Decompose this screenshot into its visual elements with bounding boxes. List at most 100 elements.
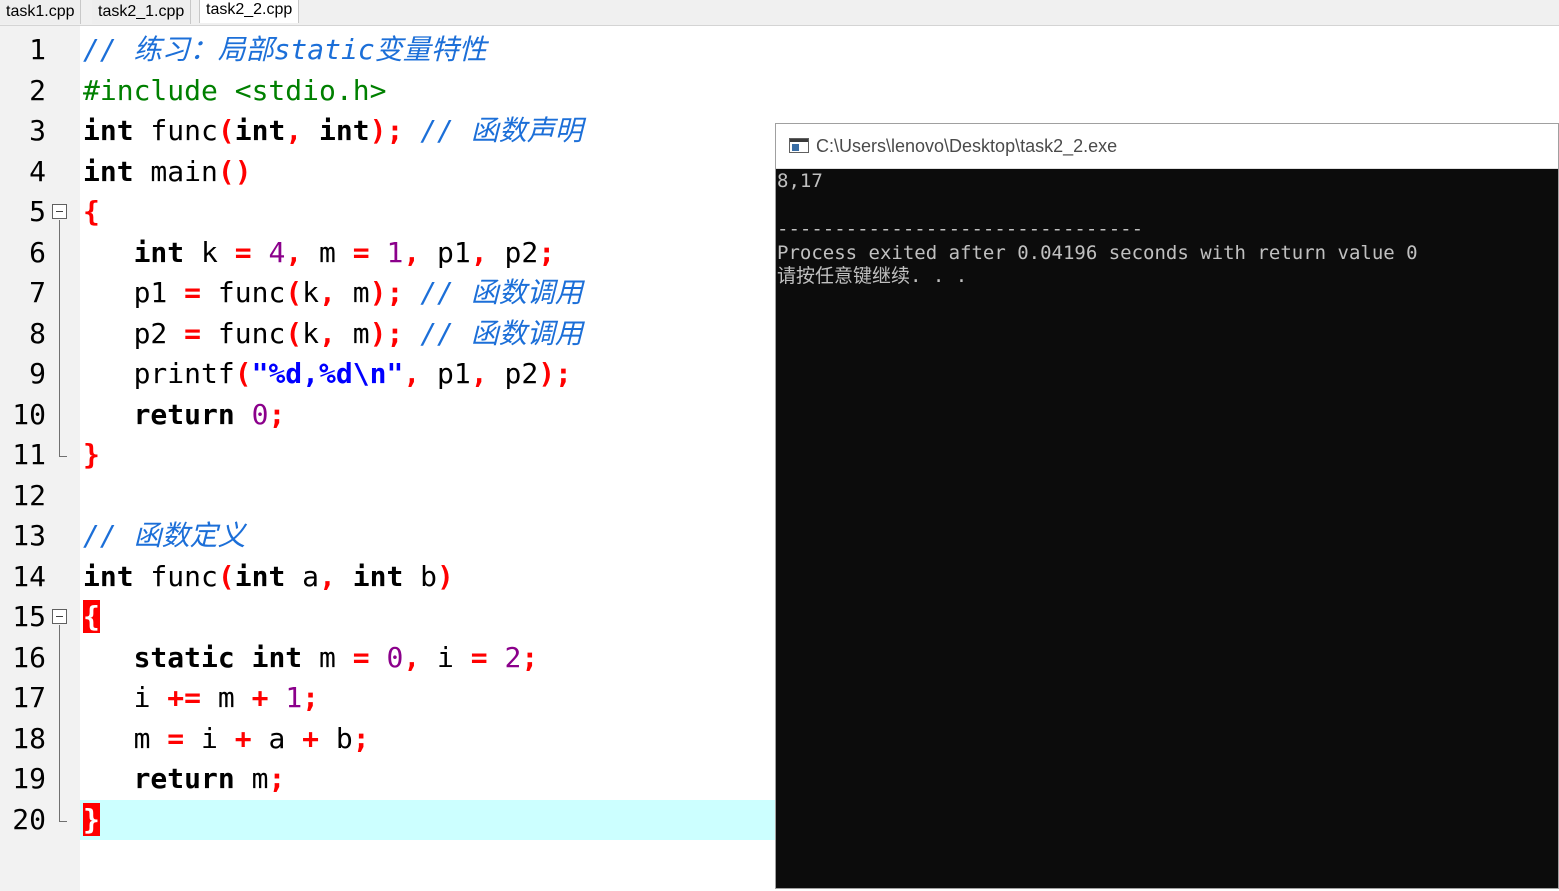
line-number: 3 — [29, 114, 46, 147]
keyword: int — [234, 560, 286, 593]
identifier: func — [133, 560, 218, 593]
tab-task2-1[interactable]: task2_1.cpp — [92, 0, 192, 24]
code-line-11: } — [83, 438, 100, 471]
identifier: b — [319, 722, 353, 755]
line-number: 12 — [12, 479, 46, 512]
tab-task2-2[interactable]: task2_2.cpp — [199, 0, 300, 23]
console-app-icon — [789, 138, 809, 153]
number: 2 — [504, 641, 522, 674]
line-number: 13 — [12, 519, 46, 552]
code-line-7: p1 = func(k, m); // 函数调用 — [133, 276, 583, 309]
console-window[interactable]: C:\Users\lenovo\Desktop\task2_2.exe 8,17… — [775, 123, 1559, 889]
number: 0 — [251, 398, 269, 431]
identifier: a — [285, 560, 320, 593]
number: 1 — [285, 681, 303, 714]
fold-end-marker — [59, 456, 67, 457]
identifier: p2 — [133, 317, 185, 350]
comment: // 函数调用 — [420, 317, 583, 350]
line-number: 4 — [29, 155, 46, 188]
code-line-13: // 函数定义 — [83, 516, 246, 556]
code-line-15: { — [83, 597, 100, 637]
number: 4 — [268, 236, 286, 269]
code-line-6: int k = 4, m = 1, p1, p2; — [133, 236, 556, 269]
line-number: 19 — [12, 762, 46, 795]
line-number: 8 — [29, 317, 46, 350]
comment: // 练习：局部static变量特性 — [83, 33, 487, 66]
keyword: int — [319, 114, 370, 147]
keyword: return — [133, 398, 235, 431]
line-number: 20 — [12, 803, 46, 836]
comment: // 函数调用 — [420, 276, 583, 309]
code-line-4: int main() — [83, 155, 252, 188]
line-number: 9 — [29, 357, 46, 390]
identifier: i — [420, 641, 471, 674]
matched-brace: { — [83, 600, 100, 633]
preprocessor: #include <stdio.h> — [83, 74, 387, 107]
tab-bar: task1.cpp task2_1.cpp task2_2.cpp — [0, 0, 1559, 26]
console-line: Process exited after 0.04196 seconds wit… — [777, 242, 1418, 264]
console-title-bar[interactable]: C:\Users\lenovo\Desktop\task2_2.exe — [776, 124, 1558, 169]
identifier: func — [201, 317, 286, 350]
keyword: int — [133, 236, 185, 269]
line-number: 17 — [12, 681, 46, 714]
keyword: int — [251, 641, 303, 674]
keyword: int — [83, 560, 134, 593]
line-number: 14 — [12, 560, 46, 593]
keyword: int — [83, 114, 134, 147]
identifier: k — [302, 276, 320, 309]
line-number: 5 — [29, 195, 46, 228]
line-number: 10 — [12, 398, 46, 431]
line-number: 18 — [12, 722, 46, 755]
code-line-19: return m; — [133, 762, 286, 795]
fold-end-marker — [59, 821, 67, 822]
identifier: p1 — [420, 236, 471, 269]
string-literal: "%d,%d\n" — [251, 357, 404, 390]
code-line-17: i += m + 1; — [133, 681, 320, 714]
code-line-14: int func(int a, int b) — [83, 560, 454, 593]
line-number: 6 — [29, 236, 46, 269]
tab-task1[interactable]: task1.cpp — [0, 0, 82, 24]
matched-brace: } — [83, 803, 100, 836]
line-number: 1 — [29, 33, 46, 66]
identifier: m — [234, 762, 269, 795]
fold-toggle-icon[interactable] — [52, 204, 67, 219]
identifier: m — [201, 681, 252, 714]
identifier: k — [184, 236, 235, 269]
identifier: p1 — [133, 276, 185, 309]
keyword: int — [83, 155, 134, 188]
identifier: func — [201, 276, 286, 309]
comment: // 函数定义 — [83, 519, 246, 552]
code-line-10: return 0; — [133, 398, 286, 431]
console-title: C:\Users\lenovo\Desktop\task2_2.exe — [816, 136, 1118, 156]
identifier: m — [335, 276, 370, 309]
console-output[interactable]: 8,17 -------------------------------- Pr… — [776, 169, 1558, 888]
identifier: m — [335, 317, 370, 350]
identifier: a — [251, 722, 303, 755]
comment: // 函数声明 — [420, 114, 583, 147]
identifier: func — [133, 114, 218, 147]
keyword: int — [234, 114, 286, 147]
code-line-8: p2 = func(k, m); // 函数调用 — [133, 317, 583, 350]
keyword: return — [133, 762, 235, 795]
number: 0 — [386, 641, 404, 674]
code-line-9: printf("%d,%d\n", p1, p2); — [133, 357, 572, 390]
identifier: p1 — [420, 357, 471, 390]
line-number: 16 — [12, 641, 46, 674]
identifier: k — [302, 317, 320, 350]
identifier: m — [302, 641, 353, 674]
console-line: 请按任意键继续. . . — [777, 265, 968, 287]
fold-guide — [59, 625, 60, 821]
keyword: static — [133, 641, 235, 674]
code-line-18: m = i + a + b; — [133, 722, 370, 755]
line-number: 2 — [29, 74, 46, 107]
line-number-gutter: 1 2 3 4 5 6 7 8 9 10 11 12 13 14 15 16 1… — [0, 26, 80, 891]
line-number: 7 — [29, 276, 46, 309]
code-line-2: #include <stdio.h> — [83, 71, 386, 111]
identifier: i — [184, 722, 235, 755]
keyword: int — [352, 560, 404, 593]
code-line-1: // 练习：局部static变量特性 — [83, 30, 487, 70]
fold-toggle-icon[interactable] — [52, 609, 67, 624]
code-line-20: } — [83, 800, 100, 840]
identifier: printf — [133, 357, 235, 390]
code-line-5: { — [83, 195, 100, 228]
